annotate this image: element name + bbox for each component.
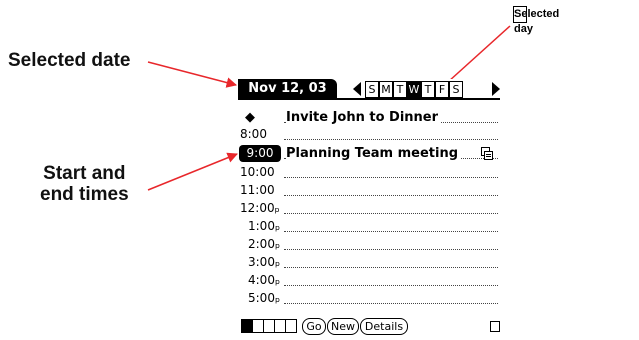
time-label[interactable]: 10:00: [240, 164, 285, 181]
next-week-arrow-icon[interactable]: [491, 81, 501, 97]
time-row[interactable]: 2:00ₚ: [238, 236, 500, 253]
time-label[interactable]: 2:00ₚ: [248, 236, 293, 253]
row-dotted-line: [284, 213, 498, 214]
go-button[interactable]: Go: [302, 318, 326, 335]
agenda-view-icon[interactable]: [285, 319, 297, 333]
untimed-event-row[interactable]: ◆ Invite John to Dinner: [238, 109, 500, 126]
time-row[interactable]: 1:00ₚ: [238, 218, 500, 235]
time-row[interactable]: 8:00: [238, 126, 500, 143]
row-dotted-line: [284, 267, 498, 268]
day-saturday[interactable]: S: [449, 81, 463, 98]
time-label[interactable]: 3:00ₚ: [248, 254, 293, 271]
prev-week-arrow-icon[interactable]: [352, 81, 362, 97]
day-sunday[interactable]: S: [365, 81, 379, 98]
time-label[interactable]: 12:00ₚ: [240, 200, 285, 217]
time-row-selected[interactable]: 9:00 Planning Team meeting: [238, 145, 500, 162]
row-dotted-line: [284, 195, 498, 196]
row-dotted-line: [284, 231, 498, 232]
day-wednesday[interactable]: W: [407, 81, 421, 98]
time-row[interactable]: 5:00ₚ: [238, 290, 500, 307]
day-friday[interactable]: F: [435, 81, 449, 98]
details-button[interactable]: Details: [360, 318, 408, 335]
titlebar: Nov 12, 03 S M T W T F S: [238, 79, 501, 100]
row-dotted-line: [284, 139, 498, 140]
time-label[interactable]: 4:00ₚ: [248, 272, 293, 289]
time-row[interactable]: 12:00ₚ: [238, 200, 500, 217]
titlebar-rule: [238, 98, 500, 100]
day-thursday[interactable]: T: [421, 81, 435, 98]
bottom-toolbar: Go New Details: [238, 316, 500, 336]
time-row[interactable]: 11:00: [238, 182, 500, 199]
time-label[interactable]: 1:00ₚ: [248, 218, 293, 235]
time-row[interactable]: 10:00: [238, 164, 500, 181]
row-dotted-line: [284, 177, 498, 178]
time-row[interactable]: 4:00ₚ: [238, 272, 500, 289]
arrow-start-end-times: [147, 152, 238, 191]
day-tuesday[interactable]: T: [393, 81, 407, 98]
time-label[interactable]: 5:00ₚ: [248, 290, 293, 307]
note-icon[interactable]: [481, 147, 493, 160]
row-dotted-line: [284, 303, 498, 304]
corner-square-icon: [490, 321, 500, 332]
selected-date-tab[interactable]: Nov 12, 03: [238, 79, 337, 99]
time-label[interactable]: 8:00: [240, 126, 285, 143]
time-label-selected[interactable]: 9:00: [239, 145, 281, 162]
row-dotted-line: [284, 285, 498, 286]
datebook-screen: Nov 12, 03 S M T W T F S ◆ Invite John t…: [238, 79, 500, 336]
day-monday[interactable]: M: [379, 81, 393, 98]
time-label[interactable]: 11:00: [240, 182, 285, 199]
new-button[interactable]: New: [327, 318, 359, 335]
arrow-selected-date: [147, 61, 238, 88]
row-dotted-line: [284, 249, 498, 250]
event-text[interactable]: Invite John to Dinner: [286, 109, 441, 126]
event-text[interactable]: Planning Team meeting: [286, 145, 461, 162]
time-row[interactable]: 3:00ₚ: [238, 254, 500, 271]
untimed-diamond-icon: ◆: [245, 110, 255, 125]
